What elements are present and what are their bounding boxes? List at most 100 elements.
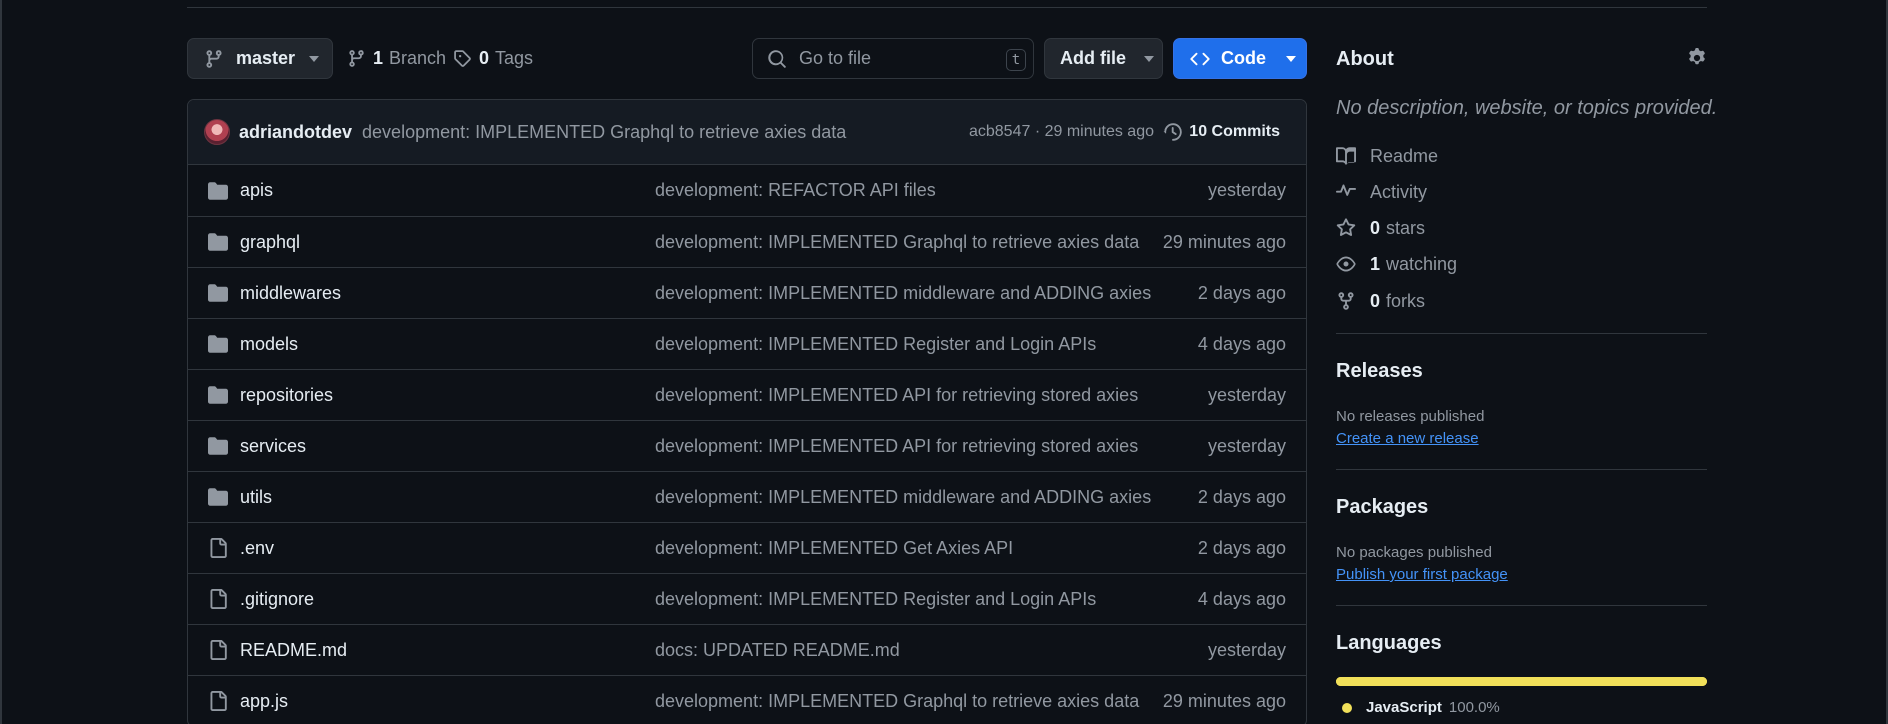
go-to-file-search[interactable]: t	[752, 38, 1034, 79]
activity-label: Activity	[1370, 181, 1428, 202]
stars-link[interactable]: 0 stars	[1336, 216, 1425, 240]
tag-icon	[454, 50, 471, 67]
code-label: Code	[1221, 48, 1266, 68]
sidebar-divider	[1336, 333, 1707, 334]
file-commit-message-link[interactable]: development: IMPLEMENTED API for retriev…	[655, 385, 1138, 406]
stars-label: stars	[1386, 217, 1426, 238]
watchers-link[interactable]: 1 watching	[1336, 252, 1457, 276]
table-row[interactable]: services development: IMPLEMENTED API for…	[188, 420, 1306, 471]
file-commit-message-link[interactable]: development: IMPLEMENTED Graphql to retr…	[655, 691, 1139, 712]
file-name-link[interactable]: graphql	[240, 232, 300, 253]
file-list: apis development: REFACTOR API files yeste…	[188, 165, 1306, 724]
file-commit-message-link[interactable]: development: IMPLEMENTED API for retriev…	[655, 436, 1138, 457]
table-row[interactable]: app.js development: IMPLEMENTED Graphql t…	[188, 675, 1306, 724]
branch-selector-button[interactable]: master	[187, 38, 333, 79]
file-commit-age: yesterday	[1207, 384, 1286, 405]
commit-message-link[interactable]: development: IMPLEMENTED Graphql to retr…	[362, 122, 846, 143]
releases-empty-text: No releases published	[1336, 408, 1485, 425]
watching-label: watching	[1386, 253, 1458, 274]
file-name-link[interactable]: repositories	[240, 385, 333, 406]
file-icon	[210, 691, 227, 711]
table-row[interactable]: middlewares development: IMPLEMENTED midd…	[188, 267, 1306, 318]
file-commit-age: 29 minutes ago	[1162, 690, 1286, 711]
tags-link[interactable]: 0 Tags	[453, 38, 533, 79]
branches-label: Branch	[389, 48, 447, 68]
file-name-link[interactable]: middlewares	[240, 283, 341, 304]
about-heading: About	[1336, 48, 1394, 70]
language-color-dot	[1342, 702, 1352, 713]
file-commit-age: 4 days ago	[1197, 333, 1286, 354]
folder-icon	[208, 437, 228, 455]
file-commit-message-link[interactable]: development: IMPLEMENTED Get Axies API	[655, 538, 1013, 559]
search-icon	[768, 49, 786, 68]
file-commit-message-link[interactable]: development: IMPLEMENTED Graphql to retr…	[655, 232, 1139, 253]
file-commit-message-link[interactable]: development: IMPLEMENTED middleware and …	[655, 487, 1151, 508]
branch-icon	[349, 50, 364, 67]
file-name-link[interactable]: app.js	[240, 691, 288, 712]
table-row[interactable]: README.md docs: UPDATED README.md yesterda…	[188, 624, 1306, 675]
table-row[interactable]: repositories development: IMPLEMENTED API…	[188, 369, 1306, 420]
file-commit-message-link[interactable]: docs: UPDATED README.md	[655, 640, 900, 661]
file-name-link[interactable]: services	[240, 436, 306, 457]
sidebar-divider	[1336, 469, 1707, 470]
commits-history-link[interactable]: 10 Commits	[1163, 122, 1280, 142]
readme-link[interactable]: Readme	[1336, 144, 1438, 168]
table-row[interactable]: .env development: IMPLEMENTED Get Axies A…	[188, 522, 1306, 573]
file-commit-message-link[interactable]: development: IMPLEMENTED Register and Lo…	[655, 589, 1096, 610]
table-row[interactable]: utils development: IMPLEMENTED middleware…	[188, 471, 1306, 522]
gear-icon[interactable]	[1687, 48, 1707, 68]
file-commit-message-link[interactable]: development: IMPLEMENTED middleware and …	[655, 283, 1151, 304]
header-divider	[187, 7, 1707, 8]
file-commit-age: yesterday	[1207, 435, 1286, 456]
file-commit-age: yesterday	[1207, 180, 1286, 200]
history-icon	[1163, 123, 1183, 141]
activity-link[interactable]: Activity	[1336, 180, 1427, 204]
file-name-link[interactable]: README.md	[240, 640, 347, 661]
search-input[interactable]	[799, 48, 999, 69]
tags-count: 0	[479, 48, 490, 68]
commits-count-label: 10 Commits	[1189, 123, 1280, 140]
stars-count: 0	[1370, 217, 1381, 238]
table-row[interactable]: apis development: REFACTOR API files yeste…	[188, 165, 1306, 216]
repo-toolbar: master 1 Branch 0 Tags t Add file Code	[187, 38, 1307, 79]
file-name-link[interactable]: apis	[240, 180, 273, 201]
publish-package-link[interactable]: Publish your first package	[1336, 566, 1508, 583]
file-name-link[interactable]: .gitignore	[240, 589, 314, 610]
eye-icon	[1336, 256, 1356, 272]
file-commit-message-link[interactable]: development: IMPLEMENTED Register and Lo…	[655, 334, 1096, 355]
releases-heading[interactable]: Releases	[1336, 360, 1423, 383]
packages-heading[interactable]: Packages	[1336, 496, 1428, 519]
file-icon	[210, 538, 227, 558]
code-button[interactable]: Code	[1173, 38, 1307, 79]
author-avatar[interactable]	[204, 119, 230, 145]
file-commit-message-link[interactable]: development: REFACTOR API files	[655, 180, 936, 201]
languages-heading: Languages	[1336, 632, 1442, 654]
add-file-button[interactable]: Add file	[1044, 38, 1163, 79]
keyboard-shortcut-hint: t	[1006, 49, 1026, 71]
file-name-link[interactable]: models	[240, 334, 298, 355]
book-icon	[1336, 147, 1356, 165]
star-icon	[1336, 218, 1356, 236]
code-icon	[1190, 52, 1210, 65]
file-name-link[interactable]: .env	[240, 538, 274, 559]
language-item-javascript[interactable]: JavaScript 100.0%	[1342, 699, 1500, 716]
commit-hash-and-time[interactable]: acb8547 · 29 minutes ago	[969, 123, 1154, 141]
packages-empty-text: No packages published	[1336, 544, 1492, 561]
language-bar-segment-javascript	[1336, 677, 1707, 686]
file-name-link[interactable]: utils	[240, 487, 272, 508]
file-commit-age: yesterday	[1207, 639, 1286, 660]
file-commit-age: 2 days ago	[1197, 486, 1286, 507]
table-row[interactable]: .gitignore development: IMPLEMENTED Regis…	[188, 573, 1306, 624]
commit-author-link[interactable]: adriandotdev	[239, 122, 352, 143]
branches-link[interactable]: 1 Branch	[347, 38, 446, 79]
readme-label: Readme	[1370, 145, 1439, 166]
table-row[interactable]: graphql development: IMPLEMENTED Graphql …	[188, 216, 1306, 267]
table-row[interactable]: models development: IMPLEMENTED Register …	[188, 318, 1306, 369]
language-percent: 100.0%	[1448, 699, 1500, 716]
window-frame-left	[0, 0, 2, 724]
forks-link[interactable]: 0 forks	[1336, 289, 1425, 313]
create-release-link[interactable]: Create a new release	[1336, 430, 1479, 447]
folder-icon	[208, 386, 228, 404]
folder-icon	[208, 488, 228, 506]
pulse-icon	[1336, 184, 1356, 196]
